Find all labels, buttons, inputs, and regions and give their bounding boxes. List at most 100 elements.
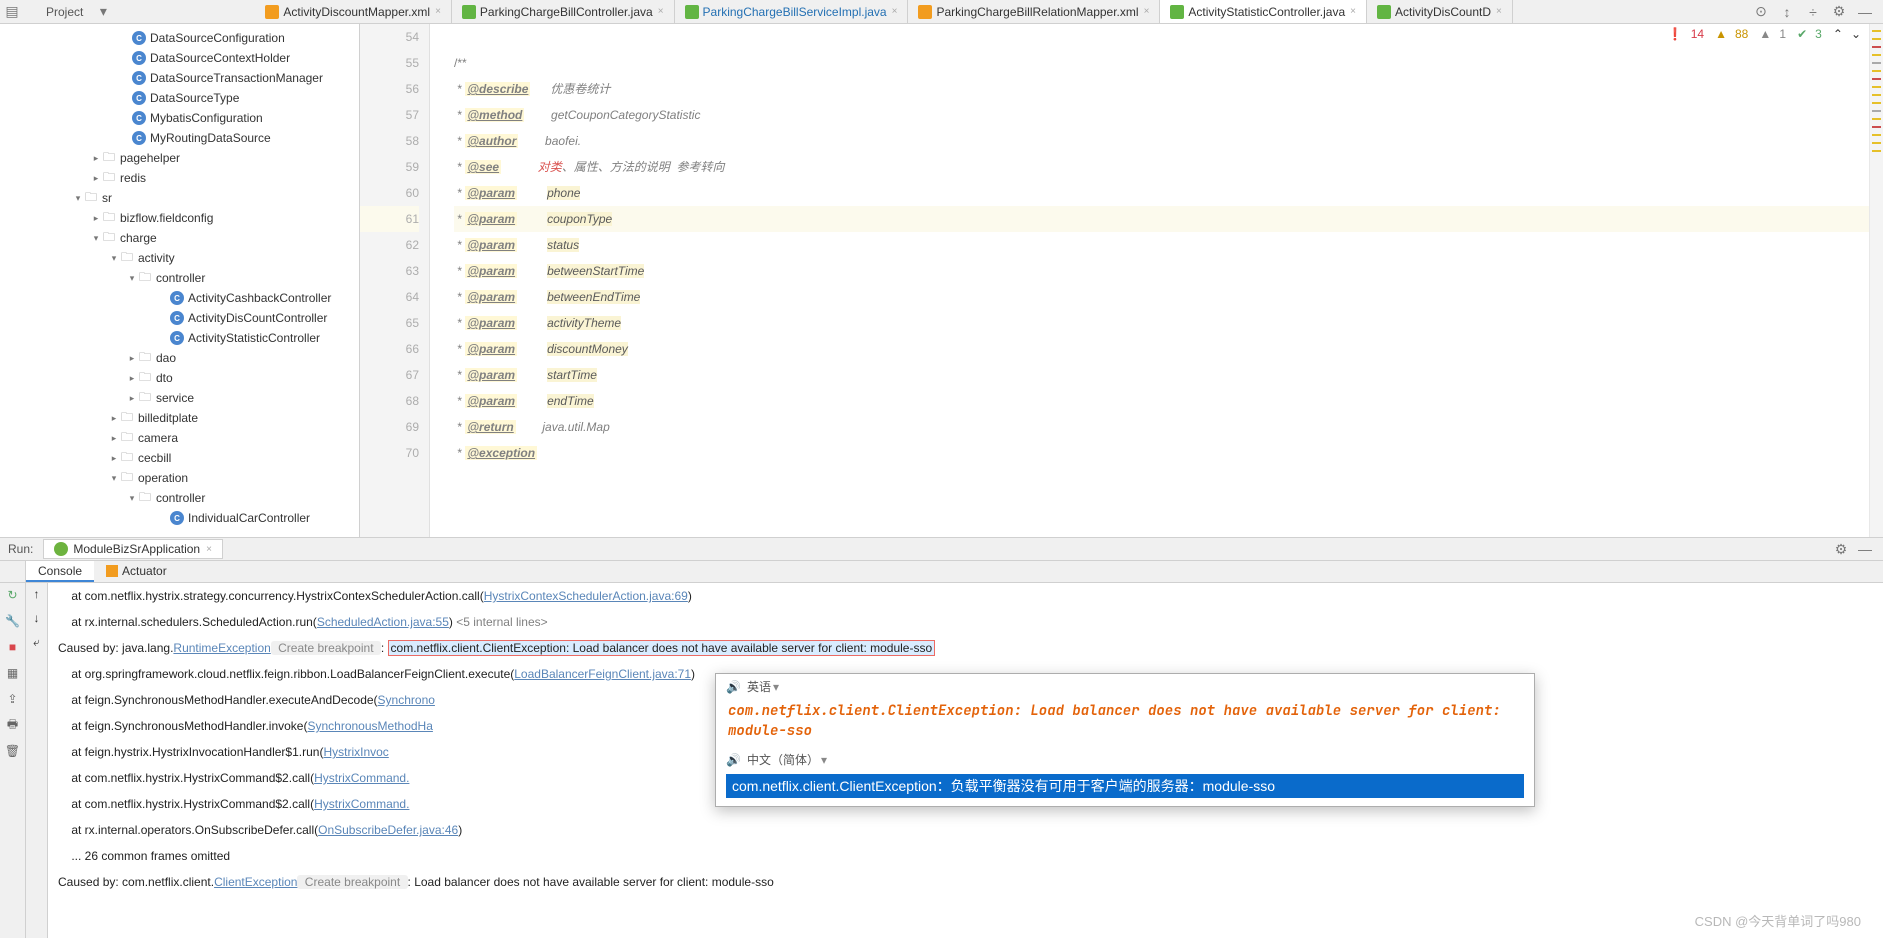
sort-icon[interactable]: ↕ [1779,4,1795,20]
tree-folder-item[interactable]: ▾🗀sr [0,188,359,208]
tree-class-item[interactable]: CActivityCashbackController [0,288,359,308]
layout-icon[interactable]: ▦ [5,665,21,681]
lang-zh-label[interactable]: 中文（简体） [716,747,1534,772]
collapse-icon[interactable]: — [1857,4,1873,20]
code-editor[interactable]: 5455565758596061626364656667686970 /** *… [360,24,1883,537]
expand-icon[interactable]: ▸ [126,353,138,364]
tree-folder-item[interactable]: ▸🗀bizflow.fieldconfig [0,208,359,228]
source-link[interactable]: HystrixCommand. [314,797,409,811]
expand-icon[interactable]: ▸ [90,153,102,164]
collapse-icon[interactable]: — [1857,541,1873,557]
source-link[interactable]: Synchrono [378,693,435,707]
close-icon[interactable]: × [1144,6,1150,17]
translation-popup[interactable]: 英语 com.netflix.client.ClientException: L… [715,673,1535,807]
create-breakpoint[interactable]: Create breakpoint [271,641,381,655]
tree-folder-item[interactable]: ▸🗀camera [0,428,359,448]
tree-folder-item[interactable]: ▸🗀dto [0,368,359,388]
expand-icon[interactable]: ▾ [108,253,120,264]
print-icon[interactable]: 🖶 [5,717,21,733]
target-icon[interactable]: ⊙ [1753,4,1769,20]
project-tool-label[interactable]: Project [24,5,91,19]
folder-icon: 🗀 [102,211,116,225]
tree-folder-item[interactable]: ▾🗀activity [0,248,359,268]
tree-class-item[interactable]: CMybatisConfiguration [0,108,359,128]
expand-icon[interactable]: ▸ [126,373,138,384]
tree-folder-item[interactable]: ▸🗀service [0,388,359,408]
tree-class-item[interactable]: CActivityDisCountController [0,308,359,328]
close-icon[interactable]: × [892,6,898,17]
run-side-toolbar: ↻ 🔧 ■ ▦ ⇪ 🖶 🗑 [0,583,26,938]
gear-icon[interactable]: ⚙ [1831,4,1847,20]
stop-icon[interactable]: ■ [5,639,21,655]
tree-folder-item[interactable]: ▾🗀controller [0,268,359,288]
tree-folder-item[interactable]: ▸🗀cecbill [0,448,359,468]
editor-content[interactable]: /** * @describe 优惠卷统计 * @method getCoupo… [430,24,1869,537]
source-link[interactable]: HystrixCommand. [314,771,409,785]
create-breakpoint[interactable]: Create breakpoint [297,875,407,889]
source-link[interactable]: ClientException [214,875,297,889]
close-icon[interactable]: × [1350,6,1356,17]
file-tab[interactable]: ActivityStatisticController.java× [1160,0,1367,23]
close-icon[interactable]: × [1496,6,1502,17]
tree-class-item[interactable]: CDataSourceType [0,88,359,108]
close-icon[interactable]: × [658,6,664,17]
tree-class-item[interactable]: CIndividualCarController [0,508,359,528]
expand-icon[interactable]: ▸ [108,413,120,424]
source-link[interactable]: OnSubscribeDefer.java:46 [318,823,458,837]
expand-icon[interactable]: ▾ [108,473,120,484]
source-link[interactable]: HystrixContexSchedulerAction.java:69 [484,589,688,603]
highlighted-exception[interactable]: com.netflix.client.ClientException: Load… [388,640,936,656]
tree-folder-item[interactable]: ▾🗀operation [0,468,359,488]
lang-en-label[interactable]: 英语 [716,674,1534,699]
down-icon[interactable]: ↓ [34,611,40,625]
tab-console[interactable]: Console [26,561,94,582]
expand-icon[interactable]: ▸ [126,393,138,404]
divide-icon[interactable]: ÷ [1805,4,1821,20]
tree-folder-item[interactable]: ▾🗀controller [0,488,359,508]
source-link[interactable]: RuntimeException [173,641,270,655]
tools-icon[interactable]: 🔧 [5,613,21,629]
inspection-indicators[interactable]: ❗14 ▲88 ▲1 ✔3 ⌃⌄ [1660,27,1861,41]
export-icon[interactable]: ⇪ [5,691,21,707]
tree-class-item[interactable]: CActivityStatisticController [0,328,359,348]
up-icon[interactable]: ↑ [34,587,40,601]
source-link[interactable]: LoadBalancerFeignClient.java:71 [514,667,691,681]
expand-icon[interactable]: ▸ [90,173,102,184]
rerun-icon[interactable]: ↻ [5,587,21,603]
source-link[interactable]: ScheduledAction.java:55 [317,615,449,629]
editor-markers[interactable] [1869,24,1883,537]
tree-folder-item[interactable]: ▸🗀pagehelper [0,148,359,168]
trash-icon[interactable]: 🗑 [5,743,21,759]
tree-class-item[interactable]: CDataSourceConfiguration [0,28,359,48]
tree-class-item[interactable]: CMyRoutingDataSource [0,128,359,148]
expand-icon[interactable]: ▾ [90,233,102,244]
wrap-icon[interactable]: ⤶ [33,635,40,650]
expand-icon[interactable]: ▸ [108,433,120,444]
tab-actuator[interactable]: Actuator [94,561,179,582]
expand-icon[interactable]: ▾ [126,493,138,504]
file-tab[interactable]: ActivityDisCountD× [1367,0,1513,23]
file-tab[interactable]: ParkingChargeBillRelationMapper.xml× [908,0,1160,23]
tree-folder-item[interactable]: ▸🗀dao [0,348,359,368]
tree-folder-item[interactable]: ▸🗀billeditplate [0,408,359,428]
tree-folder-item[interactable]: ▾🗀charge [0,228,359,248]
close-icon[interactable]: × [206,544,212,555]
project-tree[interactable]: CDataSourceConfigurationCDataSourceConte… [0,24,360,537]
expand-icon[interactable]: ▾ [72,193,84,204]
project-icon[interactable]: ▤ [4,4,20,20]
tree-folder-item[interactable]: ▸🗀redis [0,168,359,188]
gear-icon[interactable]: ⚙ [1833,541,1849,557]
file-tab[interactable]: ParkingChargeBillServiceImpl.java× [675,0,909,23]
expand-icon[interactable]: ▸ [108,453,120,464]
file-tab[interactable]: ParkingChargeBillController.java× [452,0,675,23]
source-link[interactable]: HystrixInvoc [323,745,388,759]
run-configuration[interactable]: ModuleBizSrApplication × [43,539,223,559]
source-link[interactable]: SynchronousMethodHa [307,719,432,733]
expand-icon[interactable]: ▸ [90,213,102,224]
tree-class-item[interactable]: CDataSourceContextHolder [0,48,359,68]
tree-class-item[interactable]: CDataSourceTransactionManager [0,68,359,88]
expand-icon[interactable]: ▾ [126,273,138,284]
close-icon[interactable]: × [435,6,441,17]
chevron-down-icon[interactable]: ▾ [95,4,111,20]
file-tab[interactable]: ActivityDiscountMapper.xml× [255,0,452,23]
